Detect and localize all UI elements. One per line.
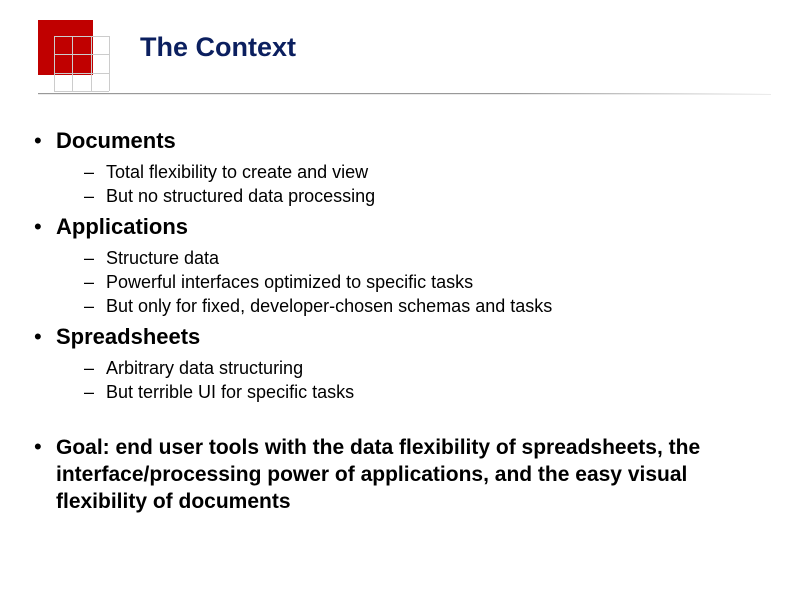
sub-bullet: But terrible UI for specific tasks: [84, 380, 771, 404]
slide-title: The Context: [140, 32, 296, 63]
bullet-label: Documents: [56, 128, 176, 153]
header-divider: [38, 93, 771, 94]
slide-header: The Context: [0, 0, 791, 100]
slide-content: Documents Total flexibility to create an…: [20, 128, 771, 521]
bullet-applications: Applications Structure data Powerful int…: [20, 214, 771, 318]
sub-bullet: Total flexibility to create and view: [84, 160, 771, 184]
bullet-label: Applications: [56, 214, 188, 239]
bullet-documents: Documents Total flexibility to create an…: [20, 128, 771, 208]
sub-bullet: Powerful interfaces optimized to specifi…: [84, 270, 771, 294]
sub-bullet: Structure data: [84, 246, 771, 270]
sub-bullet: Arbitrary data structuring: [84, 356, 771, 380]
bullet-spreadsheets: Spreadsheets Arbitrary data structuring …: [20, 324, 771, 404]
logo-square: [38, 20, 93, 75]
sub-bullet: But only for fixed, developer-chosen sch…: [84, 294, 771, 318]
bullet-goal: Goal: end user tools with the data flexi…: [20, 434, 771, 515]
bullet-label: Spreadsheets: [56, 324, 200, 349]
sub-bullet: But no structured data processing: [84, 184, 771, 208]
goal-text: Goal: end user tools with the data flexi…: [56, 436, 700, 513]
